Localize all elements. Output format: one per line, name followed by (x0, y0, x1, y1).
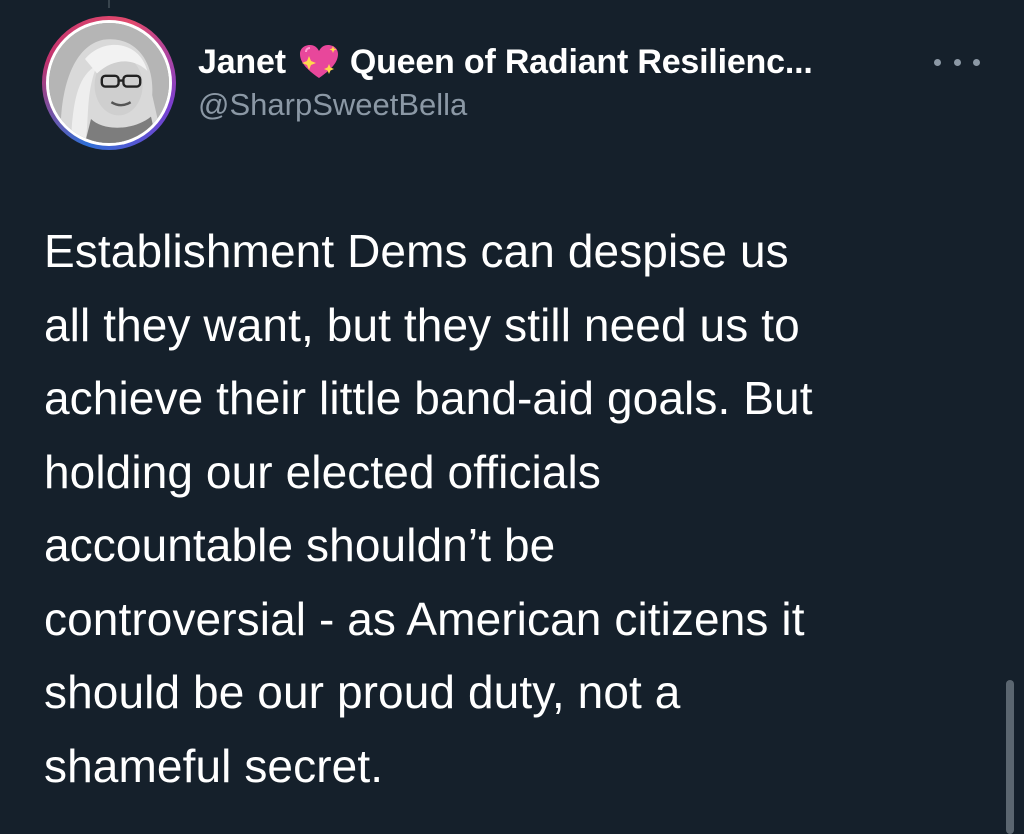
tweet-text-line: accountable shouldn’t be (44, 519, 556, 571)
avatar[interactable] (42, 16, 176, 150)
more-horizontal-icon (934, 58, 941, 66)
tweet-text-line: controversial - as American citizens it (44, 592, 805, 645)
avatar-frame (46, 20, 172, 146)
display-name-first[interactable]: Janet (198, 43, 286, 82)
tweet-text-line: Establishment Dems can despise us (44, 225, 789, 277)
more-options-button[interactable] (934, 48, 980, 76)
display-name-rest[interactable]: Queen of Radiant Resilienc... (350, 43, 813, 82)
scrollbar-thumb[interactable] (1006, 680, 1014, 834)
author-name-row[interactable]: Janet Queen of Radiant Resilienc... (198, 40, 813, 84)
author-handle[interactable]: @SharpSweetBella (198, 87, 467, 123)
sparkling-heart-icon (299, 45, 338, 78)
tweet-text-line: achieve their little band-aid goals. But (44, 372, 813, 424)
avatar-photo (49, 23, 169, 143)
tweet-text-line: holding our elected officials (44, 445, 601, 498)
tweet-text-line: shameful secret. (44, 739, 384, 792)
tweet-text-line: should be our proud duty, not a (44, 666, 681, 718)
tweet-text-line: all they want, but they still need us to (44, 298, 800, 351)
tweet-text: Establishment Dems can despise us all th… (44, 215, 994, 803)
thread-connector-line (108, 0, 110, 8)
more-horizontal-icon-dot (973, 58, 980, 66)
more-horizontal-icon-dot (953, 58, 961, 66)
